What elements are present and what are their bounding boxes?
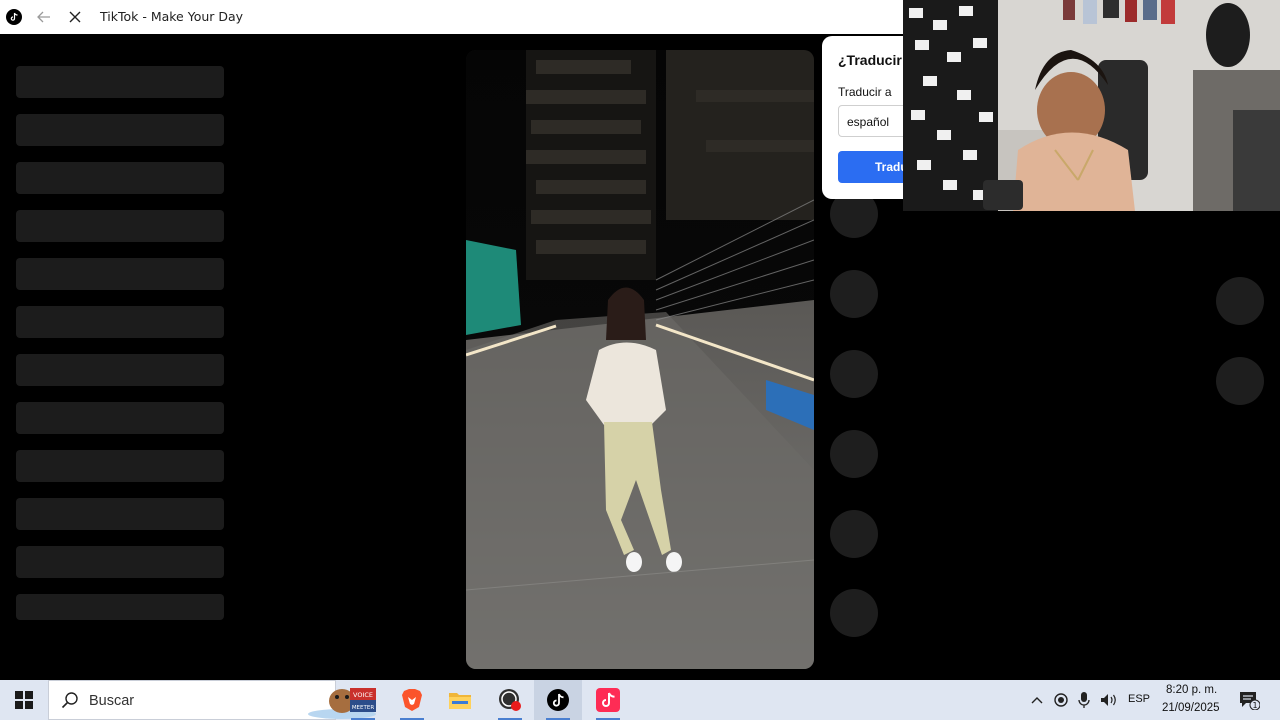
windows-start-icon[interactable]: [0, 680, 48, 720]
microphone-icon[interactable]: [1076, 680, 1092, 720]
back-arrow-icon[interactable]: [32, 5, 56, 29]
webcam-overlay: [903, 0, 1280, 211]
voicemeeter-label-top: VOICE: [353, 691, 373, 699]
skeleton-row: [16, 114, 224, 146]
tiktok-icon: [6, 9, 22, 25]
action-button[interactable]: [830, 270, 878, 318]
taskbar-search[interactable]: Buscar: [48, 680, 376, 720]
search-placeholder: Buscar: [89, 693, 135, 709]
skeleton-row: [16, 594, 224, 620]
video-frame: [466, 50, 814, 669]
action-button[interactable]: [830, 589, 878, 637]
stop-loading-icon[interactable]: [63, 5, 87, 29]
translate-to-label: Traducir a: [838, 85, 892, 99]
show-hidden-icons-chevron-icon[interactable]: [1028, 680, 1046, 720]
nav-up-button[interactable]: [1216, 277, 1264, 325]
skeleton-row: [16, 162, 224, 194]
obs-icon[interactable]: [486, 680, 534, 720]
windows-taskbar: Buscar VOICE MEETER ESP 8:20 p. m. 21/09…: [0, 680, 1280, 720]
voicemeeter-icon[interactable]: VOICE MEETER: [339, 680, 387, 720]
skeleton-row: [16, 450, 224, 482]
window-title: TikTok - Make Your Day: [100, 9, 244, 24]
action-button[interactable]: [830, 430, 878, 478]
file-explorer-icon[interactable]: [436, 680, 484, 720]
popup-title: ¿Traducir: [838, 52, 902, 68]
skeleton-row: [16, 498, 224, 530]
skeleton-row: [16, 66, 224, 98]
video-player[interactable]: [466, 50, 814, 669]
webcam-image: [903, 0, 1280, 211]
input-language[interactable]: ESP: [1128, 693, 1150, 705]
voicemeeter-label-bottom: MEETER: [352, 705, 375, 711]
action-button[interactable]: [830, 510, 878, 558]
search-icon: [61, 691, 79, 714]
skeleton-row: [16, 402, 224, 434]
record-icon[interactable]: [1052, 680, 1070, 720]
skeleton-row: [16, 258, 224, 290]
skeleton-row: [16, 354, 224, 386]
nav-down-button[interactable]: [1216, 357, 1264, 405]
brave-icon[interactable]: [388, 680, 436, 720]
volume-icon[interactable]: [1098, 680, 1120, 720]
action-button[interactable]: [830, 350, 878, 398]
skeleton-row: [16, 546, 224, 578]
clock-date[interactable]: 21/09/2025: [1162, 702, 1220, 714]
skeleton-row: [16, 210, 224, 242]
skeleton-row: [16, 306, 224, 338]
tiktok-app-icon[interactable]: [584, 680, 632, 720]
clock-time[interactable]: 8:20 p. m.: [1166, 684, 1217, 696]
notification-count: 1: [1252, 701, 1257, 710]
tiktok-taskbar-icon[interactable]: [534, 680, 582, 720]
notification-center-icon[interactable]: 1: [1236, 680, 1262, 720]
